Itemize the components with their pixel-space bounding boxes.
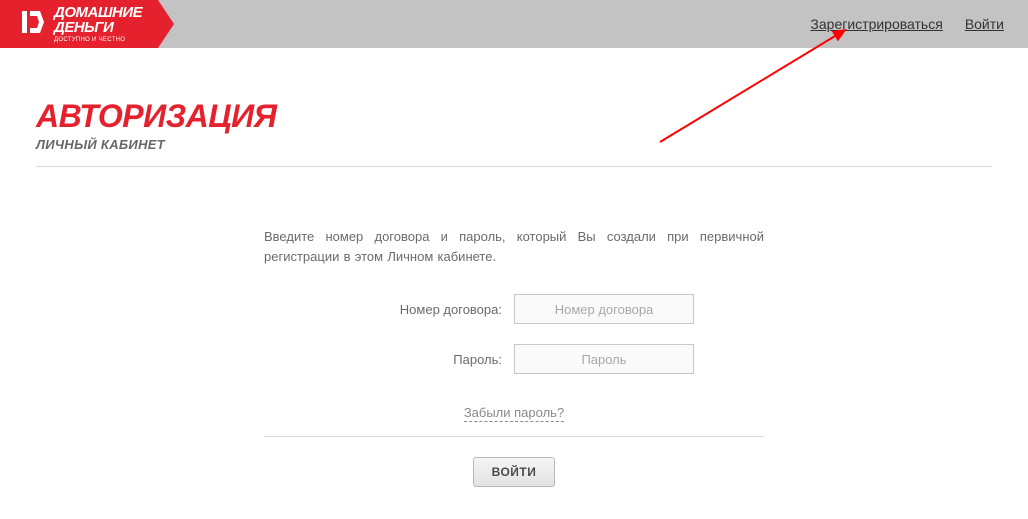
page-title: АВТОРИЗАЦИЯ bbox=[36, 98, 992, 135]
page-subtitle: ЛИЧНЫЙ КАБИНЕТ bbox=[36, 137, 992, 152]
submit-row: ВОЙТИ bbox=[264, 457, 764, 487]
login-link[interactable]: Войти bbox=[965, 16, 1004, 32]
login-form: Введите номер договора и пароль, который… bbox=[264, 227, 764, 487]
password-input[interactable] bbox=[514, 344, 694, 374]
brand-mark-icon bbox=[20, 7, 46, 42]
logo-text: ДОМАШНИЕ ДЕНЬГИ ДОСТУПНО И ЧЕСТНО bbox=[54, 5, 142, 43]
forgot-row: Забыли пароль? bbox=[264, 404, 764, 422]
header-bar: ДОМАШНИЕ ДЕНЬГИ ДОСТУПНО И ЧЕСТНО Зареги… bbox=[0, 0, 1028, 48]
header-links: Зарегистрироваться Войти bbox=[810, 0, 1004, 48]
password-label: Пароль: bbox=[334, 352, 514, 367]
contract-label: Номер договора: bbox=[334, 302, 514, 317]
contract-row: Номер договора: bbox=[264, 294, 764, 324]
content: АВТОРИЗАЦИЯ ЛИЧНЫЙ КАБИНЕТ Введите номер… bbox=[0, 48, 1028, 487]
logo[interactable]: ДОМАШНИЕ ДЕНЬГИ ДОСТУПНО И ЧЕСТНО bbox=[0, 0, 158, 48]
title-divider bbox=[36, 166, 992, 167]
submit-button[interactable]: ВОЙТИ bbox=[473, 457, 556, 487]
logo-tagline: ДОСТУПНО И ЧЕСТНО bbox=[54, 37, 142, 43]
register-link[interactable]: Зарегистрироваться bbox=[810, 16, 942, 32]
contract-input[interactable] bbox=[514, 294, 694, 324]
form-divider bbox=[264, 436, 764, 437]
logo-line1: ДОМАШНИЕ bbox=[54, 5, 142, 20]
password-row: Пароль: bbox=[264, 344, 764, 374]
forgot-password-link[interactable]: Забыли пароль? bbox=[464, 405, 564, 422]
form-instruction: Введите номер договора и пароль, который… bbox=[264, 227, 764, 266]
logo-line2: ДЕНЬГИ bbox=[54, 20, 142, 35]
